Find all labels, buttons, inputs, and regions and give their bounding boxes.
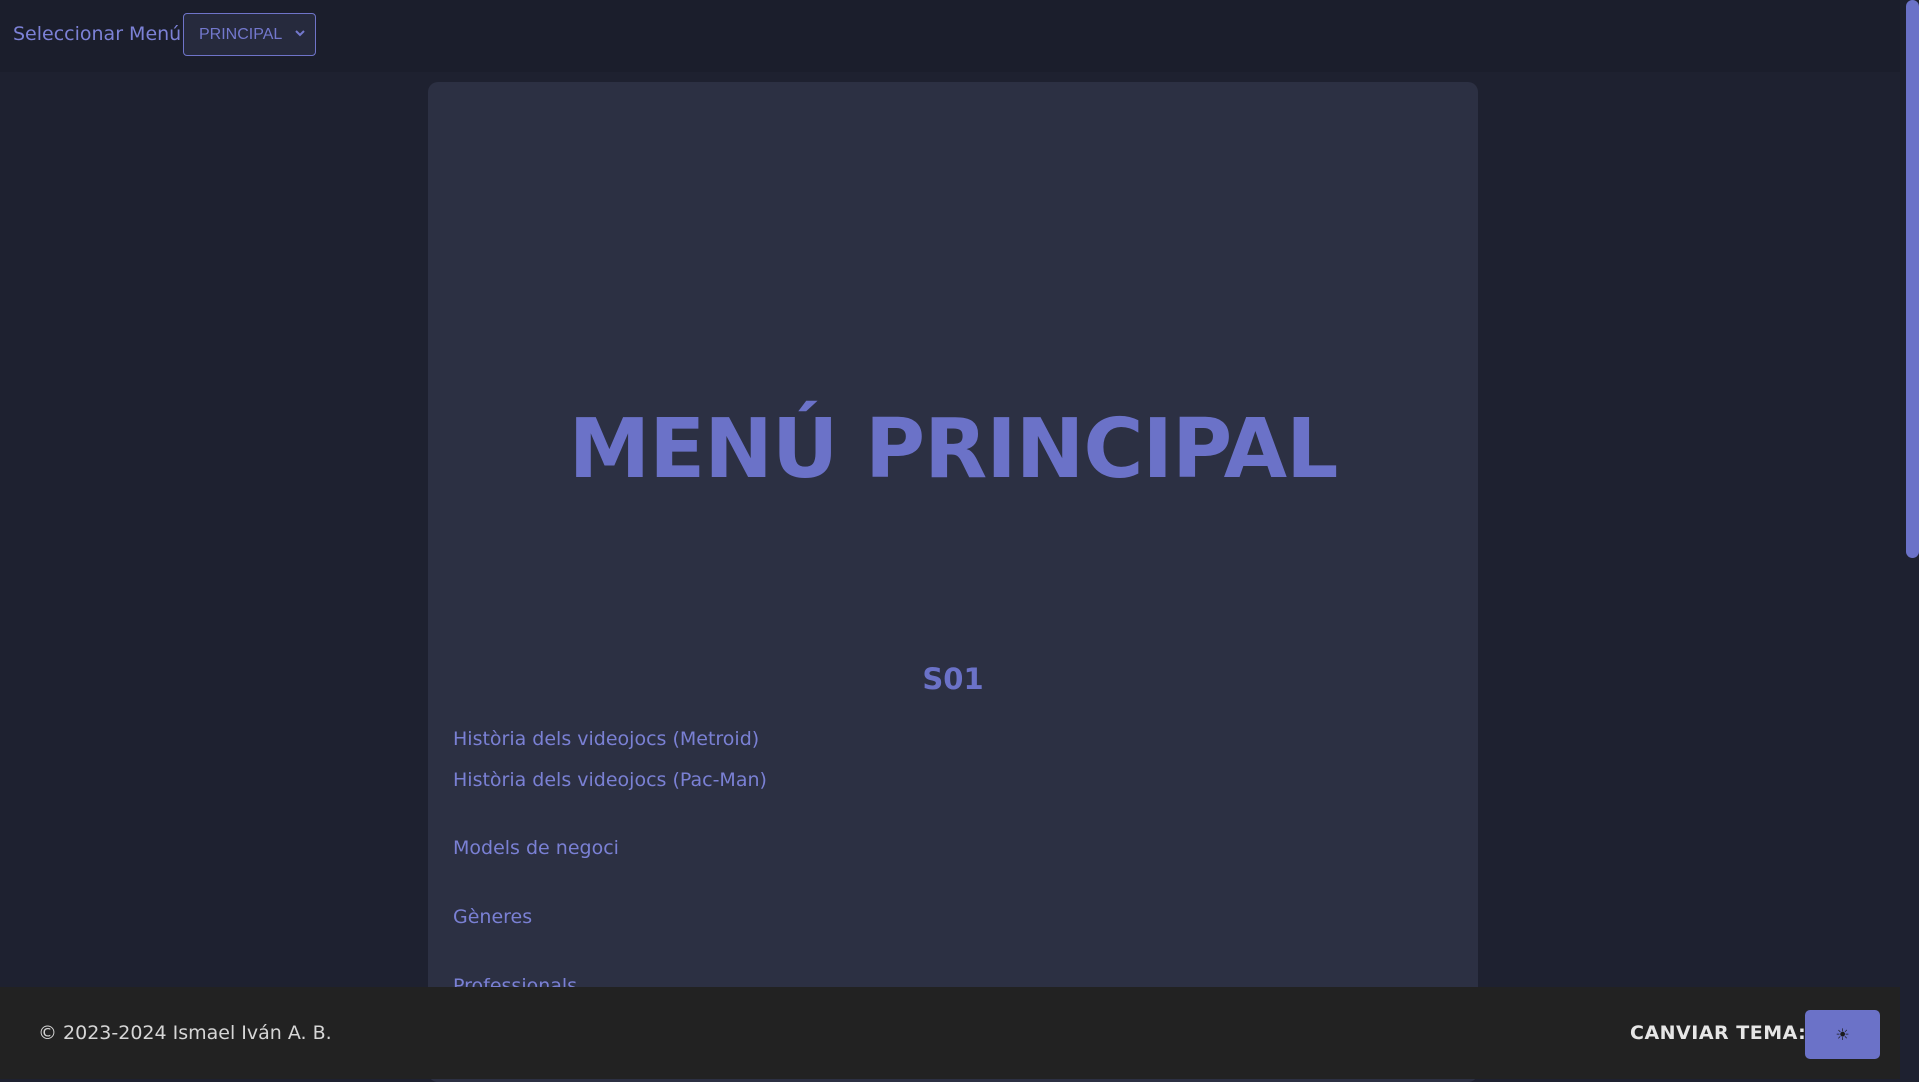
footer: © 2023-2024 Ismael Iván A. B. CANVIAR TE… [0,987,1900,1079]
section-title: S01 [922,662,984,696]
main-panel: Menú Principal S01 Història dels videojo… [428,82,1478,1082]
theme-toggle-button[interactable]: ☀ [1805,1010,1880,1059]
chevron-down-icon [295,30,305,37]
copyright-text: © 2023-2024 Ismael Iván A. B. [38,1022,332,1044]
menu-link-generes[interactable]: Gèneres [453,906,532,928]
scrollbar[interactable] [1900,0,1919,1079]
sun-icon: ☀ [1835,1026,1850,1044]
menu-link-pacman[interactable]: Història dels videojocs (Pac-Man) [453,769,767,791]
menu-link-metroid[interactable]: Història dels videojocs (Metroid) [453,728,759,750]
page-title: Menú Principal [568,402,1339,497]
theme-toggle-label: CANVIAR TEMA: [1630,1022,1807,1044]
top-bar: Seleccionar Menú: PRINCIPAL [0,0,1900,72]
menu-select-value: PRINCIPAL [199,25,283,43]
menu-select-label: Seleccionar Menú: [13,23,188,45]
scrollbar-thumb[interactable] [1906,0,1919,558]
menu-select[interactable]: PRINCIPAL [183,13,316,56]
menu-link-models-negoci[interactable]: Models de negoci [453,837,619,859]
